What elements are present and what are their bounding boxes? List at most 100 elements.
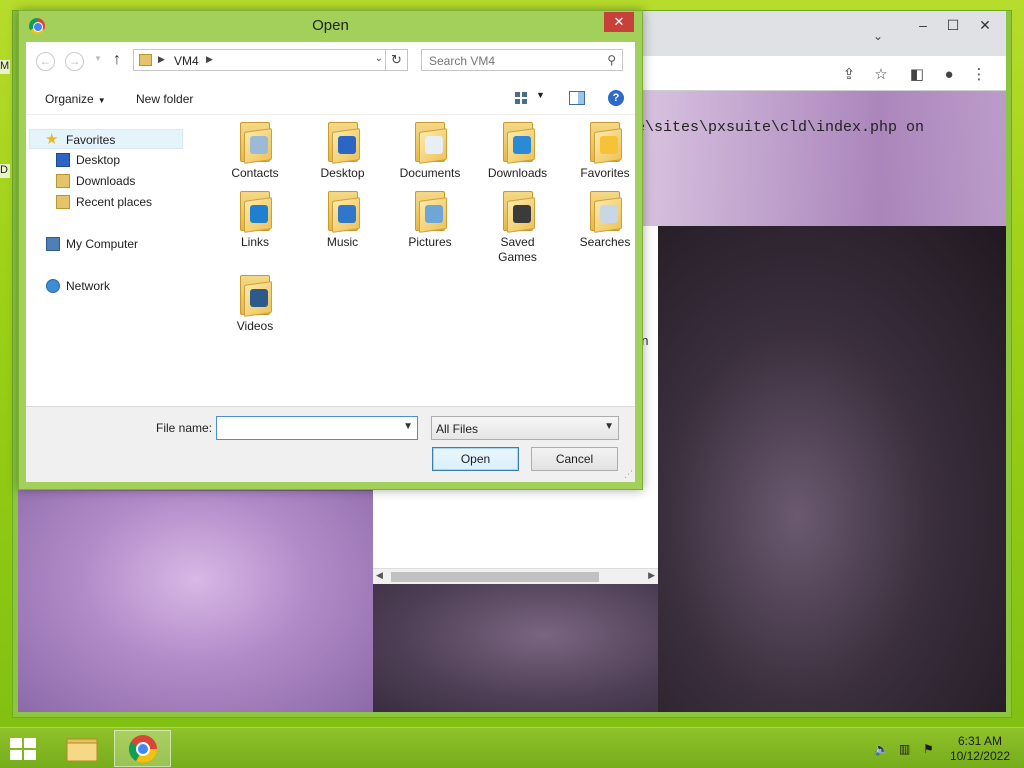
- action-center-icon[interactable]: ⚑: [923, 742, 939, 756]
- file-item[interactable]: Saved Games: [475, 187, 561, 264]
- windows-logo-icon: [24, 738, 36, 748]
- back-icon[interactable]: ←: [36, 52, 55, 71]
- nav-item-desktop[interactable]: Desktop: [56, 150, 196, 170]
- view-options-icon[interactable]: [514, 91, 530, 105]
- file-name-label: File name:: [156, 421, 213, 435]
- file-item-label: Saved Games: [498, 235, 537, 264]
- side-panel-icon[interactable]: ◧: [906, 64, 928, 86]
- share-icon[interactable]: ⇪: [838, 64, 860, 86]
- search-box[interactable]: ⚲: [421, 49, 623, 71]
- menu-kebab-icon[interactable]: ⋮: [968, 64, 990, 86]
- file-explorer-icon: [66, 738, 98, 762]
- minimize-icon[interactable]: –: [908, 17, 938, 39]
- forward-icon[interactable]: →: [65, 52, 84, 71]
- file-item-label: Searches: [579, 235, 631, 249]
- file-item[interactable]: Favorites: [562, 118, 648, 188]
- saved-games-folder-icon: [501, 187, 537, 233]
- file-item[interactable]: Videos: [212, 271, 298, 341]
- address-bar[interactable]: ▶ VM4 ▶ ⌄ ↻: [133, 49, 408, 71]
- clock[interactable]: 6:31 AM 10/12/2022: [950, 734, 1010, 764]
- scroll-right-icon[interactable]: ▶: [648, 570, 655, 581]
- pictures-folder-icon: [413, 187, 449, 233]
- network-tray-icon[interactable]: ▥: [899, 742, 915, 756]
- windows-logo-icon: [10, 750, 22, 760]
- nav-label: Favorites: [66, 133, 116, 147]
- dialog-close-button[interactable]: ✕: [604, 12, 634, 32]
- breadcrumb-separator-icon[interactable]: ▶: [158, 54, 165, 65]
- cancel-button[interactable]: Cancel: [531, 447, 618, 471]
- recent-places-icon: [56, 195, 70, 209]
- preview-pane-icon[interactable]: [569, 91, 585, 105]
- chevron-down-icon[interactable]: ▼: [604, 421, 614, 432]
- up-arrow-icon[interactable]: ↑: [113, 51, 121, 69]
- dialog-title: Open: [312, 17, 349, 34]
- view-dropdown-icon[interactable]: ▼: [536, 90, 545, 100]
- taskbar: 🔈 ▥ ⚑ 6:31 AM 10/12/2022: [0, 727, 1024, 768]
- network-icon: [46, 279, 60, 293]
- file-item[interactable]: Downloads: [475, 118, 561, 188]
- open-button[interactable]: Open: [432, 447, 519, 471]
- chevron-down-icon[interactable]: ▼: [403, 421, 413, 432]
- dark-photo: [658, 226, 1006, 712]
- downloads-icon: [56, 174, 70, 188]
- path-text: e\sites\pxsuite\cld\index.php on: [636, 119, 925, 136]
- folder-icon: [139, 54, 152, 66]
- desktop-folder-icon: [326, 118, 362, 164]
- profile-avatar-icon[interactable]: ●: [938, 64, 960, 86]
- file-type-select[interactable]: All Files ▼: [431, 416, 619, 440]
- file-name-input[interactable]: [220, 420, 396, 436]
- recent-locations-icon[interactable]: ▼: [94, 54, 102, 63]
- music-folder-icon: [326, 187, 362, 233]
- nav-label: Recent places: [76, 195, 153, 209]
- file-item[interactable]: Links: [212, 187, 298, 257]
- close-icon[interactable]: ✕: [970, 17, 1000, 39]
- maximize-icon[interactable]: ☐: [938, 17, 968, 39]
- chrome-icon: [129, 735, 157, 763]
- search-input[interactable]: [429, 53, 599, 68]
- bookmark-star-icon[interactable]: ☆: [870, 64, 892, 86]
- refresh-icon[interactable]: ↻: [385, 50, 407, 70]
- resize-grip-icon[interactable]: ⋰: [624, 469, 633, 480]
- scroll-left-icon[interactable]: ◀: [376, 570, 383, 581]
- file-name-bar: File name: ▼ All Files ▼ Open Cancel ⋰: [26, 406, 635, 482]
- videos-folder-icon: [238, 271, 274, 317]
- speaker-muted-icon[interactable]: 🔈: [874, 742, 890, 756]
- organize-button[interactable]: Organize ▼: [45, 92, 106, 106]
- file-item[interactable]: Documents: [387, 118, 473, 188]
- help-icon[interactable]: ?: [608, 90, 624, 106]
- tab-search-chevron-icon[interactable]: ⌄: [868, 29, 888, 49]
- search-icon[interactable]: ⚲: [607, 53, 616, 67]
- computer-icon: [46, 237, 60, 251]
- desktop-edge-icon: M: [0, 60, 10, 74]
- nav-item-recent-places[interactable]: Recent places: [56, 192, 196, 212]
- chrome-taskbar-button[interactable]: [114, 730, 171, 767]
- file-item-label: Links: [240, 235, 269, 249]
- documents-folder-icon: [413, 118, 449, 164]
- horizontal-scrollbar[interactable]: ◀ ▶: [373, 568, 658, 584]
- start-button[interactable]: [10, 738, 38, 760]
- nav-item-network[interactable]: Network: [46, 276, 196, 296]
- file-item[interactable]: Music: [300, 187, 386, 257]
- file-item[interactable]: Contacts: [212, 118, 298, 188]
- file-item[interactable]: Desktop: [300, 118, 386, 188]
- command-bar: Organize ▼ New folder ▼ ?: [26, 82, 635, 115]
- scrollbar-thumb[interactable]: [391, 572, 599, 582]
- breadcrumb-separator-icon[interactable]: ▶: [206, 54, 213, 65]
- file-item-label: Desktop: [320, 166, 365, 180]
- new-folder-button[interactable]: New folder: [136, 92, 193, 106]
- contacts-folder-icon: [238, 118, 274, 164]
- file-item[interactable]: Pictures: [387, 187, 473, 257]
- breadcrumb-location[interactable]: VM4: [174, 54, 199, 68]
- file-name-combobox[interactable]: ▼: [216, 416, 418, 440]
- address-dropdown-icon[interactable]: ⌄: [375, 53, 383, 64]
- nav-item-my-computer[interactable]: My Computer: [46, 234, 196, 254]
- file-item[interactable]: Searches: [562, 187, 648, 257]
- downloads-folder-icon: [501, 118, 537, 164]
- background-photo: [18, 491, 373, 712]
- file-explorer-taskbar-button[interactable]: [54, 730, 111, 767]
- file-item-label: Documents: [399, 166, 461, 180]
- file-item-label: Pictures: [408, 235, 452, 249]
- nav-item-downloads[interactable]: Downloads: [56, 171, 196, 191]
- address-row: ← → ▼ ↑ ▶ VM4 ▶ ⌄ ↻ ⚲: [26, 42, 635, 82]
- nav-item-favorites[interactable]: ★ Favorites: [29, 129, 183, 149]
